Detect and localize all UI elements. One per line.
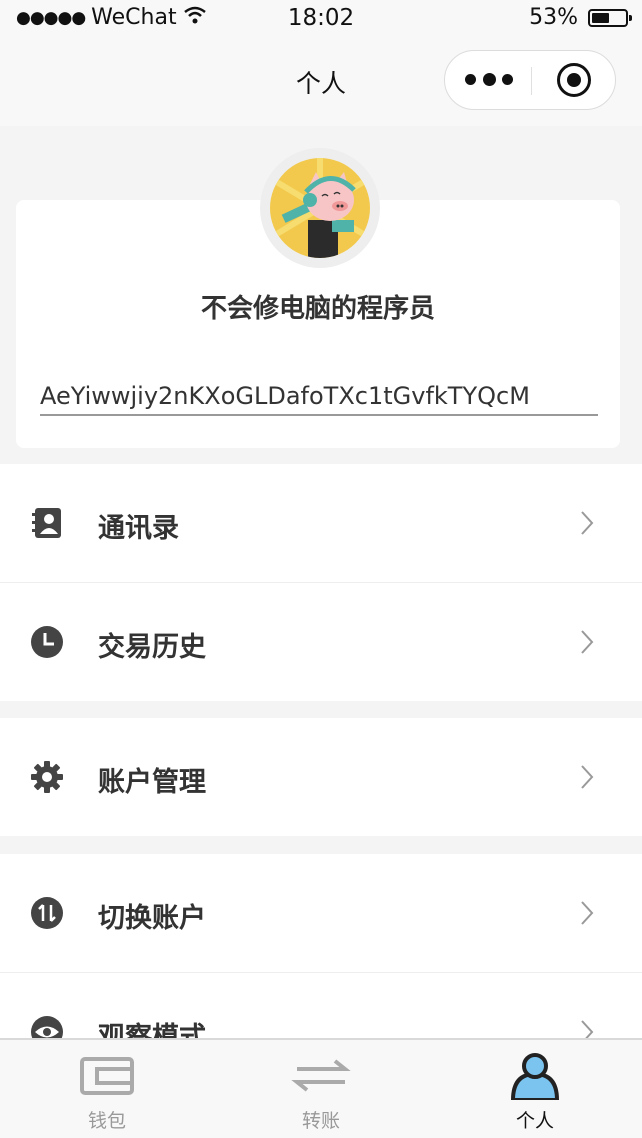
tab-bar: 钱包 转账 个人 [0,1038,642,1138]
tab-label-transfer: 转账 [301,1110,340,1132]
chevron-right-icon [581,630,594,654]
address-field[interactable] [40,378,598,416]
status-right: 53% [529,5,632,30]
capsule-divider [531,67,532,95]
transfer-icon [291,1059,351,1092]
gear-icon [31,761,63,793]
menu-label-transaction-history: 交易历史 [98,632,206,663]
profile-name: 不会修电脑的程序员 [200,294,435,324]
tab-wallet[interactable]: 钱包 [0,1040,214,1138]
menu-label-switch-account: 切换账户 [98,903,206,934]
menu-item-contacts[interactable]: 通讯录 [0,464,642,583]
avatar[interactable] [270,158,370,258]
close-miniprogram-icon[interactable] [557,63,591,97]
swap-icon [31,897,63,929]
battery-fill [592,12,609,23]
menu-label-contacts: 通讯录 [98,513,179,544]
menu-group-1: 通讯录 交易历史 [0,464,642,701]
wallet-icon [80,1057,134,1095]
tab-personal[interactable]: 个人 [428,1040,642,1138]
more-icon[interactable] [465,69,515,91]
menu-label-account-management: 账户管理 [98,767,206,798]
chevron-right-icon [581,765,594,789]
tab-transfer[interactable]: 转账 [214,1040,428,1138]
nav-bar: 个人 [0,38,642,126]
clock-icon [31,626,63,658]
menu-capsule [444,50,616,110]
battery-percent: 53% [529,5,578,30]
tab-label-personal: 个人 [515,1110,554,1132]
menu-item-account-management[interactable]: 账户管理 [0,718,642,836]
person-icon [510,1053,560,1100]
menu-group-2: 账户管理 [0,718,642,836]
tab-label-wallet: 钱包 [87,1110,126,1132]
battery-icon [588,8,632,27]
menu-item-switch-account[interactable]: 切换账户 [0,854,642,973]
chevron-right-icon [581,511,594,535]
status-bar: ●●●●● WeChat 18:02 53% [0,0,642,38]
pig-avatar-icon [270,158,370,258]
contacts-icon [32,508,61,538]
chevron-right-icon [581,901,594,925]
menu-item-transaction-history[interactable]: 交易历史 [0,583,642,701]
